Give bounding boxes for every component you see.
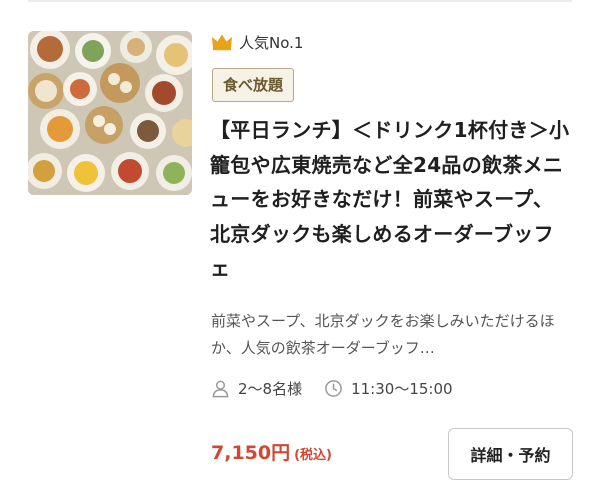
price-amount: 7,150円 xyxy=(211,442,291,464)
clock-icon xyxy=(325,379,342,397)
ranking-label: 人気No.1 xyxy=(239,33,304,52)
detail-reserve-button[interactable]: 詳細・予約 xyxy=(448,428,573,480)
guests-info: 2〜8名様 xyxy=(211,378,302,399)
plan-price: 7,150円 (税込) xyxy=(211,438,332,468)
ranking-badge: 人気No.1 xyxy=(211,31,303,53)
dim-sum-photo xyxy=(28,31,192,195)
plan-card: 人気No.1 食べ放題 【平日ランチ】＜ドリンク1杯付き＞小籠包や広東焼売など全… xyxy=(0,0,600,500)
plan-title[interactable]: 【平日ランチ】＜ドリンク1杯付き＞小籠包や広東焼売など全24品の飲茶メニューをお… xyxy=(210,113,572,286)
plan-thumbnail[interactable] xyxy=(28,31,192,195)
guests-value: 2〜8名様 xyxy=(238,379,303,398)
person-icon xyxy=(212,380,229,397)
time-info: 11:30〜15:00 xyxy=(324,378,453,399)
plan-meta: 2〜8名様 11:30〜15:00 xyxy=(211,376,475,400)
time-value: 11:30〜15:00 xyxy=(351,379,453,398)
crown-icon xyxy=(212,34,232,51)
price-tax-note: (税込) xyxy=(294,448,332,463)
plan-description: 前菜やスープ、北京ダックをお楽しみいただけるほか、人気の飲茶オーダーブッフ… xyxy=(211,312,555,357)
category-tag: 食べ放題 xyxy=(212,68,295,102)
